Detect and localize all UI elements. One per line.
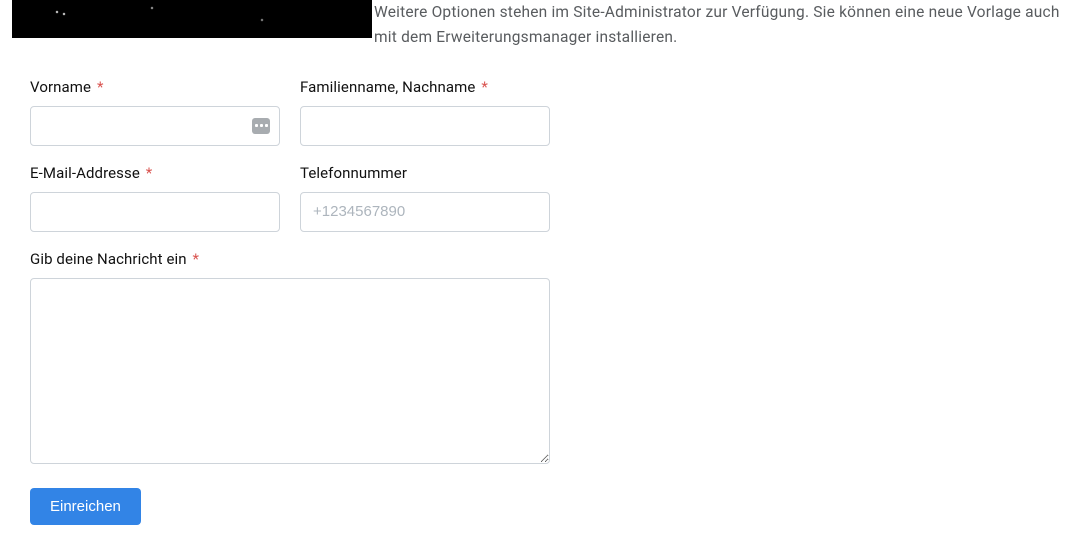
last-name-input[interactable] xyxy=(300,106,550,146)
phone-label: Telefonnummer xyxy=(300,164,550,182)
label-text: Familienname, Nachname xyxy=(300,78,475,96)
message-label: Gib deine Nachricht ein * xyxy=(30,250,550,268)
label-text: Telefonnummer xyxy=(300,164,407,182)
last-name-group: Familienname, Nachname * xyxy=(300,78,550,146)
required-mark: * xyxy=(481,78,488,96)
hero-image xyxy=(12,0,372,38)
required-mark: * xyxy=(146,164,153,182)
label-text: Vorname xyxy=(30,78,91,96)
first-name-group: Vorname * xyxy=(30,78,280,146)
phone-group: Telefonnummer xyxy=(300,164,550,232)
submit-button[interactable]: Einreichen xyxy=(30,488,141,525)
phone-input[interactable] xyxy=(300,192,550,232)
intro-text: Weitere Optionen stehen im Site-Administ… xyxy=(372,0,1076,50)
first-name-input[interactable] xyxy=(30,106,280,146)
message-textarea[interactable] xyxy=(30,278,550,464)
message-group: Gib deine Nachricht ein * xyxy=(30,250,550,464)
email-group: E-Mail-Addresse * xyxy=(30,164,280,232)
autofill-icon[interactable] xyxy=(252,118,270,134)
label-text: Gib deine Nachricht ein xyxy=(30,250,187,268)
required-mark: * xyxy=(193,250,200,268)
contact-form: Vorname * Familienname, Nachname * E-Mai… xyxy=(0,50,580,525)
email-label: E-Mail-Addresse * xyxy=(30,164,280,182)
last-name-label: Familienname, Nachname * xyxy=(300,78,550,96)
required-mark: * xyxy=(97,78,104,96)
label-text: E-Mail-Addresse xyxy=(30,164,140,182)
first-name-label: Vorname * xyxy=(30,78,280,96)
email-input[interactable] xyxy=(30,192,280,232)
